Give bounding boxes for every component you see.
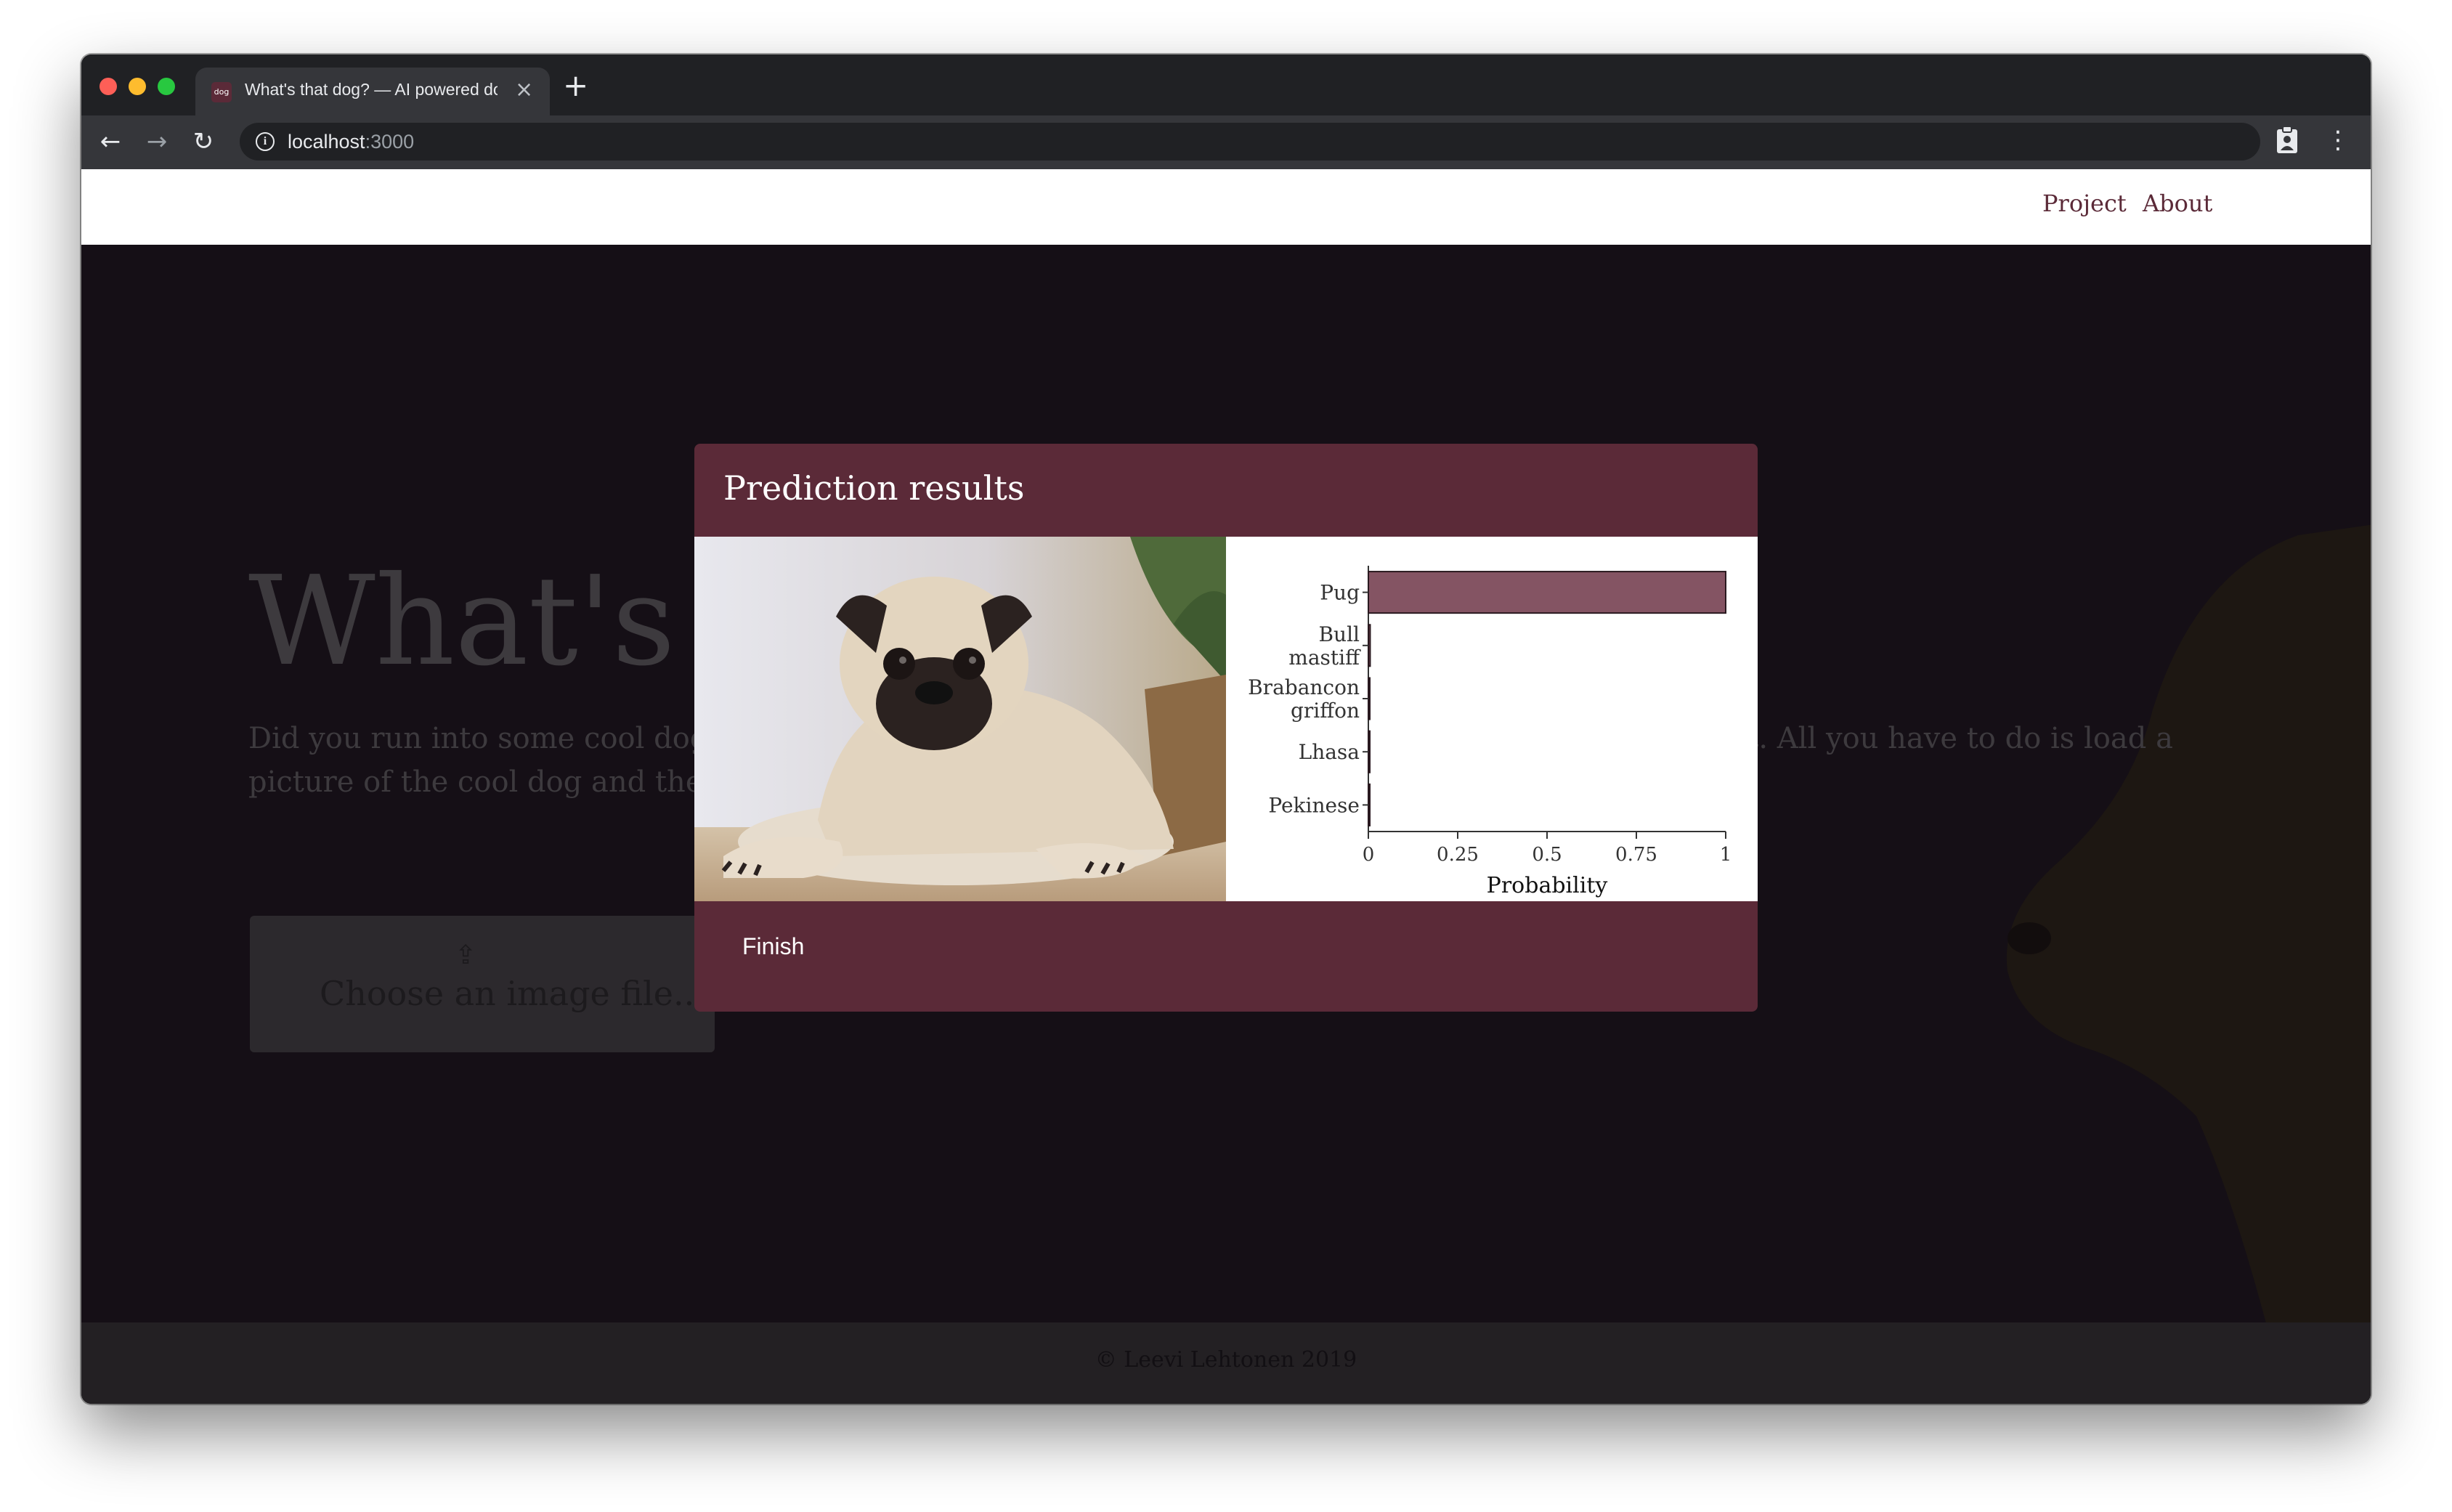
y-tick-label-3: Lhasa	[1299, 740, 1360, 764]
y-tick-label-1: Bull mastiff	[1288, 622, 1361, 670]
url-host: localhost	[288, 131, 365, 153]
reload-icon[interactable]: ↻	[187, 126, 219, 158]
upload-label: Choose an image file...	[320, 974, 705, 1013]
y-tick-label-2: Brabancon griffon	[1248, 675, 1360, 723]
y-tick-label-4: Pekinese	[1268, 793, 1360, 817]
browser-toolbar: ← → ↻ i localhost:3000 ⋮	[81, 115, 2371, 169]
bar-0	[1368, 571, 1726, 614]
site-navbar: Project About	[81, 169, 2371, 245]
bar-1	[1368, 624, 1371, 667]
browser-window: dog What's that dog? — AI powered dog br…	[81, 54, 2371, 1404]
back-arrow-icon[interactable]: ←	[94, 126, 126, 158]
dog-favicon-icon: dog	[211, 82, 232, 102]
background-dog-image	[2006, 524, 2371, 1322]
url-text[interactable]: localhost:3000	[288, 131, 414, 153]
modal-body: Pug Bull mastiff Brabancon griffon Lhasa Pekin…	[694, 537, 1758, 901]
copyright-text: © Leevi Lehtonen 2019	[1095, 1347, 1357, 1373]
forward-arrow-icon[interactable]: →	[141, 126, 173, 158]
finish-button[interactable]: Finish	[726, 923, 820, 970]
more-menu-icon[interactable]: ⋮	[2326, 124, 2350, 156]
upload-icon: ⇪	[455, 940, 477, 970]
x-tick-label-2: 0.5	[1532, 844, 1562, 866]
close-window-button[interactable]	[100, 78, 117, 95]
address-bar[interactable]: i localhost:3000	[240, 123, 2260, 160]
close-tab-icon[interactable]: ×	[515, 77, 533, 103]
minimize-window-button[interactable]	[129, 78, 146, 95]
prediction-results-modal: Prediction results Pug Bull mastiff Brab…	[694, 444, 1758, 1012]
browser-tab[interactable]: dog What's that dog? — AI powered dog br…	[195, 68, 550, 115]
probability-bar-chart: Pug Bull mastiff Brabancon griffon Lhasa Pekin…	[1248, 566, 1732, 898]
x-tick-label-1: 0.25	[1437, 844, 1479, 866]
nav-link-about[interactable]: About	[2143, 190, 2212, 217]
x-tick-label-0: 0	[1363, 844, 1375, 866]
bar-2	[1368, 677, 1371, 720]
uploaded-dog-photo	[694, 537, 1226, 901]
modal-title: Prediction results	[723, 468, 1025, 508]
bar-4	[1368, 783, 1371, 826]
x-axis-label: Probability	[1487, 873, 1608, 898]
footer: © Leevi Lehtonen 2019	[81, 1322, 2371, 1404]
info-icon[interactable]: i	[256, 132, 275, 151]
new-tab-button[interactable]: +	[563, 70, 588, 101]
nav-link-project[interactable]: Project	[2042, 190, 2127, 217]
upload-image-button[interactable]: ⇪ Choose an image file...	[250, 916, 715, 1052]
clipboard-extension-icon[interactable]	[2275, 126, 2299, 155]
y-tick-label-0: Pug	[1320, 581, 1360, 605]
x-tick-label-4: 1	[1720, 844, 1732, 866]
bar-3	[1368, 730, 1371, 773]
tab-strip: dog What's that dog? — AI powered dog br…	[81, 54, 2371, 115]
maximize-window-button[interactable]	[158, 78, 175, 95]
x-tick-label-3: 0.75	[1615, 844, 1657, 866]
url-port: :3000	[365, 131, 415, 153]
tab-title: What's that dog? — AI powered dog breed …	[245, 80, 498, 99]
